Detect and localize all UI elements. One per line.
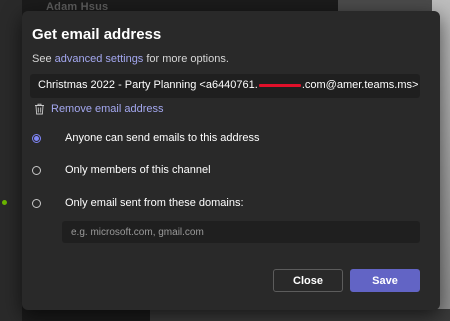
radio-button[interactable] [32, 198, 41, 208]
email-address-suffix: .com@amer.teams.ms> [301, 79, 419, 91]
radio-button[interactable] [32, 165, 41, 175]
dialog-title: Get email address [32, 26, 162, 43]
radio-option-label: Only email sent from these domains: [65, 197, 244, 209]
background-app-left [0, 0, 22, 321]
remove-email-address-label: Remove email address [51, 103, 164, 115]
get-email-address-dialog: Get email address See advanced settings … [22, 11, 440, 310]
close-button[interactable]: Close [273, 269, 343, 292]
presence-available-icon [2, 200, 7, 205]
domains-input[interactable] [62, 221, 420, 243]
redaction-mark [258, 83, 301, 87]
email-address-field[interactable]: Christmas 2022 - Party Planning <a644076… [30, 74, 420, 98]
subtitle-prefix: See [32, 53, 55, 65]
radio-option-anyone[interactable]: Anyone can send emails to this address [32, 132, 259, 144]
save-button[interactable]: Save [350, 269, 420, 292]
radio-option-label: Only members of this channel [65, 164, 211, 176]
dialog-subtitle: See advanced settings for more options. [32, 53, 229, 65]
radio-button-checked[interactable] [32, 133, 41, 143]
radio-option-label: Anyone can send emails to this address [65, 132, 260, 144]
radio-option-domains[interactable]: Only email sent from these domains: [32, 197, 244, 209]
subtitle-suffix: for more options. [143, 53, 229, 65]
advanced-settings-link[interactable]: advanced settings [55, 53, 144, 65]
background-app-bottom [150, 309, 450, 321]
remove-email-address-button[interactable]: Remove email address [34, 103, 164, 115]
email-address-prefix: Christmas 2022 - Party Planning <a644076… [38, 79, 258, 91]
trash-icon [35, 103, 44, 115]
radio-option-channel-members[interactable]: Only members of this channel [32, 164, 211, 176]
